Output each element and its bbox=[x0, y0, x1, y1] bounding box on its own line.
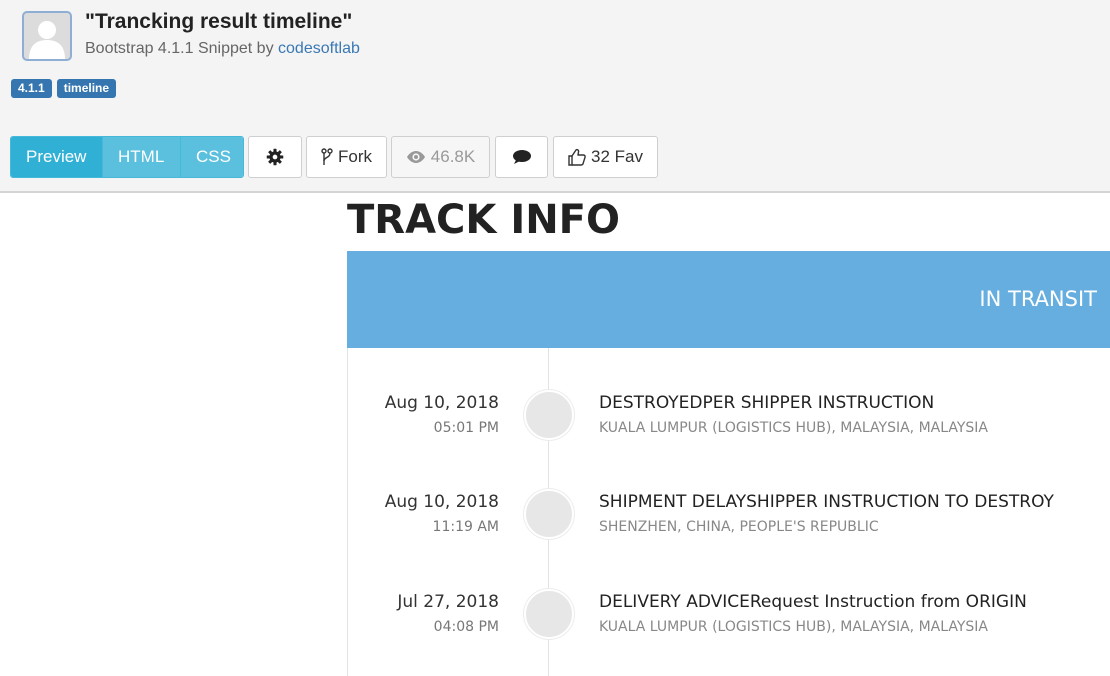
event-description: DESTROYEDPER SHIPPER INSTRUCTION bbox=[599, 393, 935, 413]
fork-icon bbox=[321, 148, 333, 165]
snippet-subtitle: Bootstrap 4.1.1 Snippet by codesoftlab bbox=[85, 40, 360, 58]
event-date: Jul 27, 2018 bbox=[397, 592, 499, 612]
tag-timeline[interactable]: timeline bbox=[56, 79, 117, 98]
thumbs-up-icon bbox=[568, 148, 586, 166]
event-location: KUALA LUMPUR (LOGISTICS HUB), MALAYSIA, … bbox=[599, 619, 988, 635]
status-banner: IN TRANSIT bbox=[347, 251, 1110, 348]
views-counter: 46.8K bbox=[391, 136, 490, 178]
gear-icon bbox=[266, 148, 284, 166]
timeline-event: Jul 27, 2018 04:08 PM DELIVERY ADVICEReq… bbox=[347, 589, 1110, 652]
favorite-button[interactable]: 32 Fav bbox=[553, 136, 658, 178]
fork-button[interactable]: Fork bbox=[306, 136, 387, 178]
timeline-dot bbox=[524, 390, 574, 440]
event-time: 04:08 PM bbox=[433, 619, 499, 635]
tag-list: 4.1.1 timeline bbox=[11, 79, 117, 98]
page-title: TRACK INFO bbox=[347, 197, 621, 243]
fork-label: Fork bbox=[338, 147, 372, 166]
event-time: 11:19 AM bbox=[432, 519, 499, 535]
event-description: DELIVERY ADVICERequest Instruction from … bbox=[599, 592, 1027, 612]
settings-button[interactable] bbox=[248, 136, 302, 178]
snippet-header: "Trancking result timeline" Bootstrap 4.… bbox=[0, 0, 1110, 193]
snippet-framework: Bootstrap 4.1.1 Snippet by bbox=[85, 40, 274, 57]
timeline-event: Aug 10, 2018 05:01 PM DESTROYEDPER SHIPP… bbox=[347, 390, 1110, 453]
eye-icon bbox=[406, 151, 425, 163]
event-description: SHIPMENT DELAYSHIPPER INSTRUCTION TO DES… bbox=[599, 492, 1054, 512]
fav-count: 32 Fav bbox=[591, 147, 643, 166]
tag-version[interactable]: 4.1.1 bbox=[11, 79, 52, 98]
timeline-dot bbox=[524, 589, 574, 639]
snippet-title: "Trancking result timeline" bbox=[85, 10, 353, 33]
event-location: KUALA LUMPUR (LOGISTICS HUB), MALAYSIA, … bbox=[599, 420, 988, 436]
tab-html[interactable]: HTML bbox=[103, 137, 181, 177]
event-date: Aug 10, 2018 bbox=[384, 393, 499, 413]
event-time: 05:01 PM bbox=[433, 420, 499, 436]
comment-icon bbox=[512, 150, 531, 164]
comments-button[interactable] bbox=[495, 136, 548, 178]
views-count: 46.8K bbox=[430, 147, 476, 166]
timeline-dot bbox=[524, 489, 574, 539]
author-link[interactable]: codesoftlab bbox=[278, 40, 360, 57]
event-date: Aug 10, 2018 bbox=[384, 492, 499, 512]
tab-css[interactable]: CSS bbox=[181, 137, 243, 177]
view-tabs: Preview HTML CSS bbox=[10, 136, 244, 178]
status-text: IN TRANSIT bbox=[979, 287, 1097, 311]
event-location: SHENZHEN, CHINA, PEOPLE'S REPUBLIC bbox=[599, 519, 879, 535]
user-icon bbox=[29, 21, 65, 59]
tab-preview[interactable]: Preview bbox=[11, 137, 103, 177]
timeline-event: Aug 10, 2018 11:19 AM SHIPMENT DELAYSHIP… bbox=[347, 489, 1110, 552]
author-avatar[interactable] bbox=[22, 11, 72, 61]
